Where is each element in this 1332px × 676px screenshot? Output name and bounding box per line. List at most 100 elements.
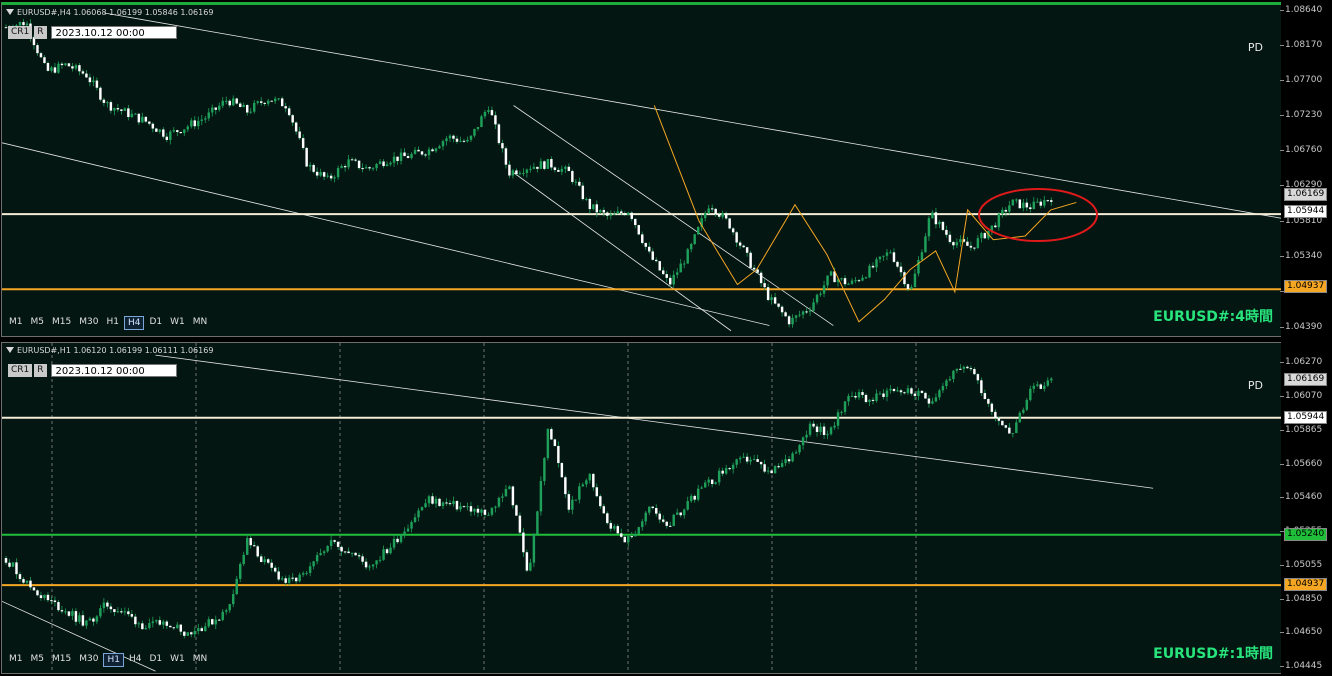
candle-body (273, 567, 277, 572)
r-button[interactable]: R (34, 26, 47, 39)
timeframe-m15[interactable]: M15 (49, 316, 74, 330)
timeframe-m15[interactable]: M15 (49, 653, 74, 667)
candle-body (88, 77, 92, 83)
candle-body (910, 287, 913, 289)
candle-body (50, 600, 53, 602)
candle-body (571, 499, 574, 510)
chart-panel-h4[interactable]: EURUSD#,H4 1.06068 1.06199 1.05846 1.061… (0, 0, 1332, 338)
timeframe-h4[interactable]: H4 (126, 653, 145, 667)
timeframe-mn[interactable]: MN (190, 653, 211, 667)
price-marker-box: 1.05944 (1284, 205, 1328, 219)
candle-body (490, 507, 494, 515)
candle-body (336, 541, 340, 547)
candle-body (151, 621, 155, 624)
candle-body (319, 553, 322, 556)
plot-area-h1[interactable]: EURUSD#,H1 1.06120 1.06199 1.06111 1.061… (1, 342, 1282, 674)
candle-body (854, 280, 857, 282)
candle-body (25, 23, 29, 26)
timeframe-m1[interactable]: M1 (6, 653, 26, 667)
candle-body (717, 213, 721, 217)
candle-body (235, 578, 238, 595)
timeframe-w1[interactable]: W1 (167, 653, 188, 667)
candle-body (4, 27, 8, 29)
candle-body (497, 497, 501, 507)
candle-body (452, 501, 455, 504)
trendline (513, 172, 732, 332)
timeframe-h1[interactable]: H1 (103, 653, 124, 667)
candle-body (368, 566, 371, 568)
candle-body (417, 510, 420, 518)
candle-body (141, 623, 144, 630)
collapse-triangle-icon[interactable] (6, 9, 14, 15)
price-tick-label: 1.05055 (1279, 559, 1323, 570)
timeframe-h1[interactable]: H1 (103, 316, 122, 330)
candle-body (973, 369, 976, 375)
date-field[interactable]: 2023.10.12 00:00 (50, 26, 177, 39)
timeframe-m1[interactable]: M1 (6, 316, 26, 330)
candle-body (634, 533, 637, 537)
candle-body (539, 481, 543, 512)
timeframe-w1[interactable]: W1 (167, 316, 188, 330)
price-axis-h1[interactable]: 1.06270 1.06070 1.05865 1.05660 1.05460 1.052… (1279, 340, 1332, 676)
candle-body (602, 210, 606, 213)
candle-body (204, 118, 207, 120)
candle-body (606, 212, 609, 216)
pd-label: PD (1247, 379, 1263, 392)
price-axis-h4[interactable]: 1.08640 1.08170 1.07700 1.07230 1.06760 1.062… (1279, 0, 1332, 338)
candle-body (399, 152, 403, 161)
candle-body (441, 141, 445, 147)
candle-body (186, 632, 190, 636)
cr1-button[interactable]: CR1 (8, 364, 33, 377)
plot-area-h4[interactable]: EURUSD#,H4 1.06068 1.06199 1.05846 1.061… (1, 2, 1282, 337)
candle-body (179, 624, 183, 632)
candle-body (710, 479, 714, 484)
candle-body (665, 521, 668, 526)
candle-body (364, 167, 368, 169)
candle-body (43, 57, 46, 63)
timeframe-m5[interactable]: M5 (28, 653, 48, 667)
candle-body (225, 100, 228, 102)
collapse-triangle-icon[interactable] (6, 347, 14, 353)
candle-body (459, 140, 462, 142)
chart-panel-h1[interactable]: EURUSD#,H1 1.06120 1.06199 1.06111 1.061… (0, 340, 1332, 676)
candle-body (343, 551, 347, 553)
price-tick-label: 1.05865 (1279, 424, 1323, 435)
candle-body (686, 249, 689, 264)
timeframe-m30[interactable]: M30 (76, 653, 101, 667)
candle-body (315, 171, 319, 176)
candle-body (948, 234, 952, 243)
candle-body (46, 62, 50, 71)
cr1-button[interactable]: CR1 (8, 26, 33, 39)
candle-body (301, 138, 305, 148)
candle-body (578, 486, 581, 500)
candle-body (854, 396, 857, 398)
timeframe-m5[interactable]: M5 (28, 316, 48, 330)
candle-body (700, 487, 703, 489)
candle-body (885, 252, 889, 256)
candle-body (924, 392, 927, 399)
candle-body (137, 113, 141, 123)
date-field[interactable]: 2023.10.12 00:00 (50, 364, 177, 377)
candle-body (567, 494, 571, 510)
timeframe-d1[interactable]: D1 (146, 653, 165, 667)
candle-body (571, 171, 574, 182)
candle-body (263, 102, 266, 104)
candle-body (382, 161, 385, 167)
candle-body (420, 151, 424, 155)
timeframe-d1[interactable]: D1 (146, 316, 165, 330)
candle-body (714, 208, 717, 214)
candle-body (787, 459, 791, 462)
r-button[interactable]: R (34, 364, 47, 377)
candle-body (910, 388, 913, 394)
candle-body (141, 116, 144, 123)
candle-body (448, 135, 452, 139)
timeframe-h4[interactable]: H4 (123, 316, 145, 330)
timeframe-mn[interactable]: MN (190, 316, 211, 330)
candle-body (592, 473, 595, 488)
candle-body (714, 482, 717, 484)
chart-header: EURUSD#,H4 1.06068 1.06199 1.05846 1.061… (6, 8, 213, 17)
candle-body (280, 578, 284, 580)
timeframe-m30[interactable]: M30 (76, 316, 101, 330)
candle-body (945, 380, 948, 387)
candle-body (312, 164, 315, 172)
